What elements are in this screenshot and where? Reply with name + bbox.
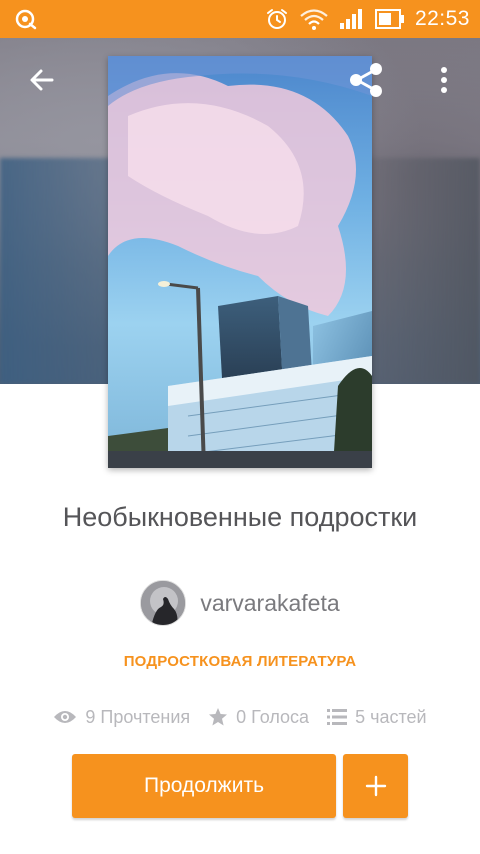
- author-row[interactable]: varvarakafeta: [0, 578, 480, 628]
- add-to-library-button[interactable]: [343, 754, 408, 818]
- star-icon: [209, 708, 228, 726]
- back-arrow-icon: [30, 69, 54, 91]
- parts-stat: 5 частей: [327, 707, 427, 728]
- parts-count: 5 частей: [355, 706, 427, 727]
- back-button[interactable]: [22, 60, 62, 100]
- more-vert-icon: [441, 67, 447, 93]
- story-title: Необыкновенные подростки: [62, 502, 418, 532]
- story-cover-image[interactable]: [108, 56, 372, 468]
- sync-icon: [14, 8, 38, 30]
- wifi-icon: [299, 7, 329, 31]
- continue-label: Продолжить: [143, 774, 265, 797]
- continue-reading-button[interactable]: Продолжить: [72, 754, 336, 818]
- reads-stat: 9 Прочтения: [53, 707, 190, 728]
- share-icon: [350, 63, 382, 97]
- alarm-icon: [265, 7, 289, 31]
- author-name[interactable]: varvarakafeta: [200, 590, 339, 617]
- more-options-button[interactable]: [424, 58, 464, 102]
- status-bar: 22:53: [0, 0, 480, 38]
- plus-icon: [365, 775, 386, 797]
- author-avatar[interactable]: [140, 580, 187, 626]
- status-time: 22:53: [414, 7, 470, 30]
- list-icon: [327, 709, 348, 725]
- story-stats: 9 Прочтения 0 Голоса 5 частей: [0, 702, 480, 732]
- battery-icon: [374, 8, 405, 30]
- votes-count: 0 Голоса: [236, 706, 310, 727]
- avatar-image: [141, 581, 186, 625]
- eye-icon: [54, 711, 77, 723]
- reads-count: 9 Прочтения: [85, 706, 191, 727]
- top-toolbar: [0, 52, 480, 108]
- signal-icon: [339, 8, 365, 30]
- cover-illustration: [108, 56, 372, 468]
- story-category[interactable]: ПОДРОСТКОВАЯ ЛИТЕРАТУРА: [0, 653, 480, 670]
- votes-stat: 0 Голоса: [208, 707, 309, 728]
- share-button[interactable]: [344, 58, 388, 102]
